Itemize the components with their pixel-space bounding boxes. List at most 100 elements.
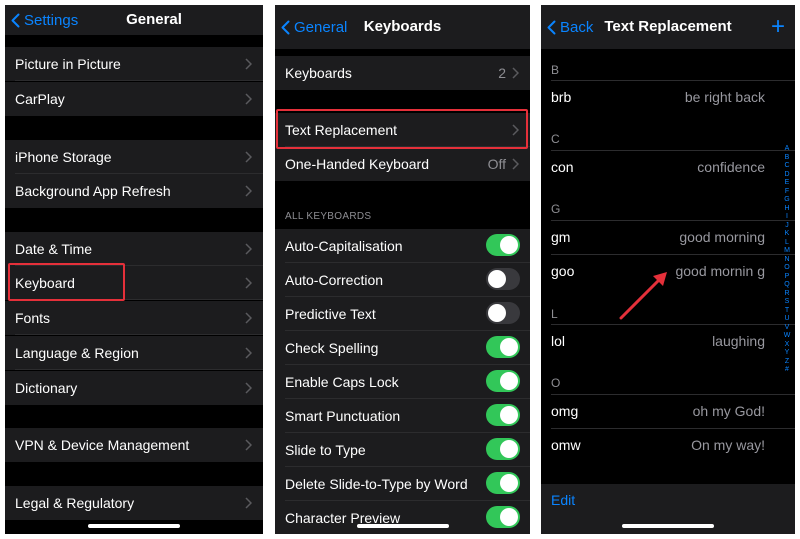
index-letter[interactable]: D bbox=[784, 171, 789, 180]
row-label: Dictionary bbox=[15, 380, 78, 396]
toggle-switch[interactable] bbox=[486, 336, 520, 358]
index-letter[interactable]: A bbox=[785, 145, 790, 154]
index-letter[interactable]: S bbox=[785, 298, 790, 307]
index-letter[interactable]: J bbox=[785, 222, 789, 231]
toggle-switch[interactable] bbox=[486, 472, 520, 494]
settings-row-vpn-device-management[interactable]: VPN & Device Management bbox=[5, 428, 263, 462]
phrase: good mornin g bbox=[675, 263, 765, 279]
replacement-row[interactable]: gm good morning bbox=[541, 220, 795, 254]
index-letter[interactable]: X bbox=[785, 341, 790, 350]
edit-button[interactable]: Edit bbox=[551, 492, 575, 508]
row-label: Picture in Picture bbox=[15, 56, 121, 72]
page-title: Text Replacement bbox=[604, 18, 732, 35]
index-letter[interactable]: G bbox=[784, 196, 789, 205]
chevron-right-icon bbox=[512, 158, 519, 170]
add-button[interactable]: + bbox=[771, 5, 785, 49]
toggle-row[interactable]: Auto-Capitalisation bbox=[275, 229, 530, 263]
settings-row-iphone-storage[interactable]: iPhone Storage bbox=[5, 140, 263, 174]
chevron-right-icon bbox=[245, 185, 252, 197]
replacement-row[interactable]: omg oh my God! bbox=[541, 394, 795, 428]
toggle-row[interactable]: Auto-Correction bbox=[275, 263, 530, 297]
index-letter[interactable]: H bbox=[784, 205, 789, 214]
text-replacement-highlight-box bbox=[276, 109, 528, 149]
index-letter[interactable]: O bbox=[784, 264, 789, 273]
nav-bar: General Keyboards bbox=[275, 5, 530, 49]
settings-row-date-time[interactable]: Date & Time bbox=[5, 232, 263, 266]
toggle-switch[interactable] bbox=[486, 438, 520, 460]
toggle-row[interactable]: Delete Slide-to-Type by Word bbox=[275, 467, 530, 501]
index-letter[interactable]: U bbox=[784, 315, 789, 324]
settings-row-background-app-refresh[interactable]: Background App Refresh bbox=[5, 174, 263, 208]
toggle-switch[interactable] bbox=[486, 404, 520, 426]
index-letter[interactable]: # bbox=[785, 366, 789, 375]
toggle-row[interactable]: Character Preview bbox=[275, 501, 530, 534]
phrase: confidence bbox=[697, 159, 765, 175]
toggle-knob bbox=[500, 236, 518, 254]
toggle-switch[interactable] bbox=[486, 302, 520, 324]
settings-row-fonts[interactable]: Fonts bbox=[5, 301, 263, 335]
divider bbox=[551, 394, 795, 395]
toggle-row[interactable]: Predictive Text bbox=[275, 297, 530, 331]
toggle-label: Enable Caps Lock bbox=[285, 374, 399, 390]
toggle-knob bbox=[500, 508, 518, 526]
toggle-label: Smart Punctuation bbox=[285, 408, 401, 424]
shortcut: omw bbox=[551, 437, 581, 453]
index-letter[interactable]: R bbox=[784, 290, 789, 299]
toggle-switch[interactable] bbox=[486, 370, 520, 392]
page-title: Keyboards bbox=[363, 18, 442, 35]
nav-bar: Back Text Replacement + bbox=[541, 5, 795, 49]
index-letter[interactable]: K bbox=[785, 230, 790, 239]
section-letter-o: O bbox=[551, 376, 561, 390]
index-letter[interactable]: E bbox=[785, 179, 790, 188]
index-letter[interactable]: Y bbox=[785, 349, 790, 358]
index-letter[interactable]: M bbox=[784, 247, 790, 256]
toggle-label: Predictive Text bbox=[285, 306, 376, 322]
toggle-row[interactable]: Smart Punctuation bbox=[275, 399, 530, 433]
shortcut: lol bbox=[551, 333, 566, 349]
index-letter[interactable]: B bbox=[785, 154, 790, 163]
replacement-row[interactable]: con confidence bbox=[541, 150, 795, 184]
settings-row-picture-in-picture[interactable]: Picture in Picture bbox=[5, 47, 263, 81]
toggle-row[interactable]: Slide to Type bbox=[275, 433, 530, 467]
plus-icon: + bbox=[770, 13, 785, 40]
keyboards-row[interactable]: Keyboards 2 bbox=[275, 56, 530, 90]
toggle-label: Auto-Correction bbox=[285, 272, 384, 288]
section-header: ALL KEYBOARDS bbox=[285, 211, 372, 222]
toggle-switch[interactable] bbox=[486, 234, 520, 256]
index-letter[interactable]: L bbox=[785, 239, 789, 248]
settings-row-carplay[interactable]: CarPlay bbox=[5, 82, 263, 116]
index-letter[interactable]: P bbox=[785, 273, 790, 282]
row-label: Language & Region bbox=[15, 345, 139, 361]
toggle-knob bbox=[500, 372, 518, 390]
toggle-switch[interactable] bbox=[486, 268, 520, 290]
section-letter-l: L bbox=[551, 307, 558, 321]
index-letter[interactable]: Z bbox=[785, 358, 789, 367]
toggle-switch[interactable] bbox=[486, 506, 520, 528]
index-letter[interactable]: F bbox=[785, 188, 789, 197]
replacement-row[interactable]: brb be right back bbox=[541, 80, 795, 114]
index-letter[interactable]: T bbox=[785, 307, 789, 316]
row-label: Fonts bbox=[15, 310, 51, 326]
chevron-left-icon bbox=[11, 13, 20, 27]
settings-row-dictionary[interactable]: Dictionary bbox=[5, 371, 263, 405]
replacement-row[interactable]: omw On my way! bbox=[541, 428, 795, 462]
index-letter[interactable]: Q bbox=[784, 281, 789, 290]
index-letter[interactable]: V bbox=[785, 324, 790, 333]
index-letter[interactable]: I bbox=[786, 213, 788, 222]
index-letter[interactable]: C bbox=[784, 162, 789, 171]
toggle-row[interactable]: Check Spelling bbox=[275, 331, 530, 365]
alphabet-index[interactable]: A B C D E F G H I J K L M N O P Q R S T U V W X Y Z # bbox=[782, 145, 792, 375]
one-handed-keyboard-row[interactable]: One-Handed Keyboard Off bbox=[275, 147, 530, 181]
toggle-row[interactable]: Enable Caps Lock bbox=[275, 365, 530, 399]
settings-row-legal-regulatory[interactable]: Legal & Regulatory bbox=[5, 486, 263, 520]
divider bbox=[15, 334, 263, 335]
divider bbox=[551, 150, 795, 151]
toggle-label: Delete Slide-to-Type by Word bbox=[285, 476, 468, 492]
index-letter[interactable]: N bbox=[784, 256, 789, 265]
phrase: be right back bbox=[684, 89, 765, 105]
toggle-knob bbox=[488, 270, 506, 288]
divider bbox=[15, 369, 263, 370]
settings-row-language-region[interactable]: Language & Region bbox=[5, 336, 263, 370]
index-letter[interactable]: W bbox=[784, 332, 791, 341]
row-label: iPhone Storage bbox=[15, 149, 112, 165]
